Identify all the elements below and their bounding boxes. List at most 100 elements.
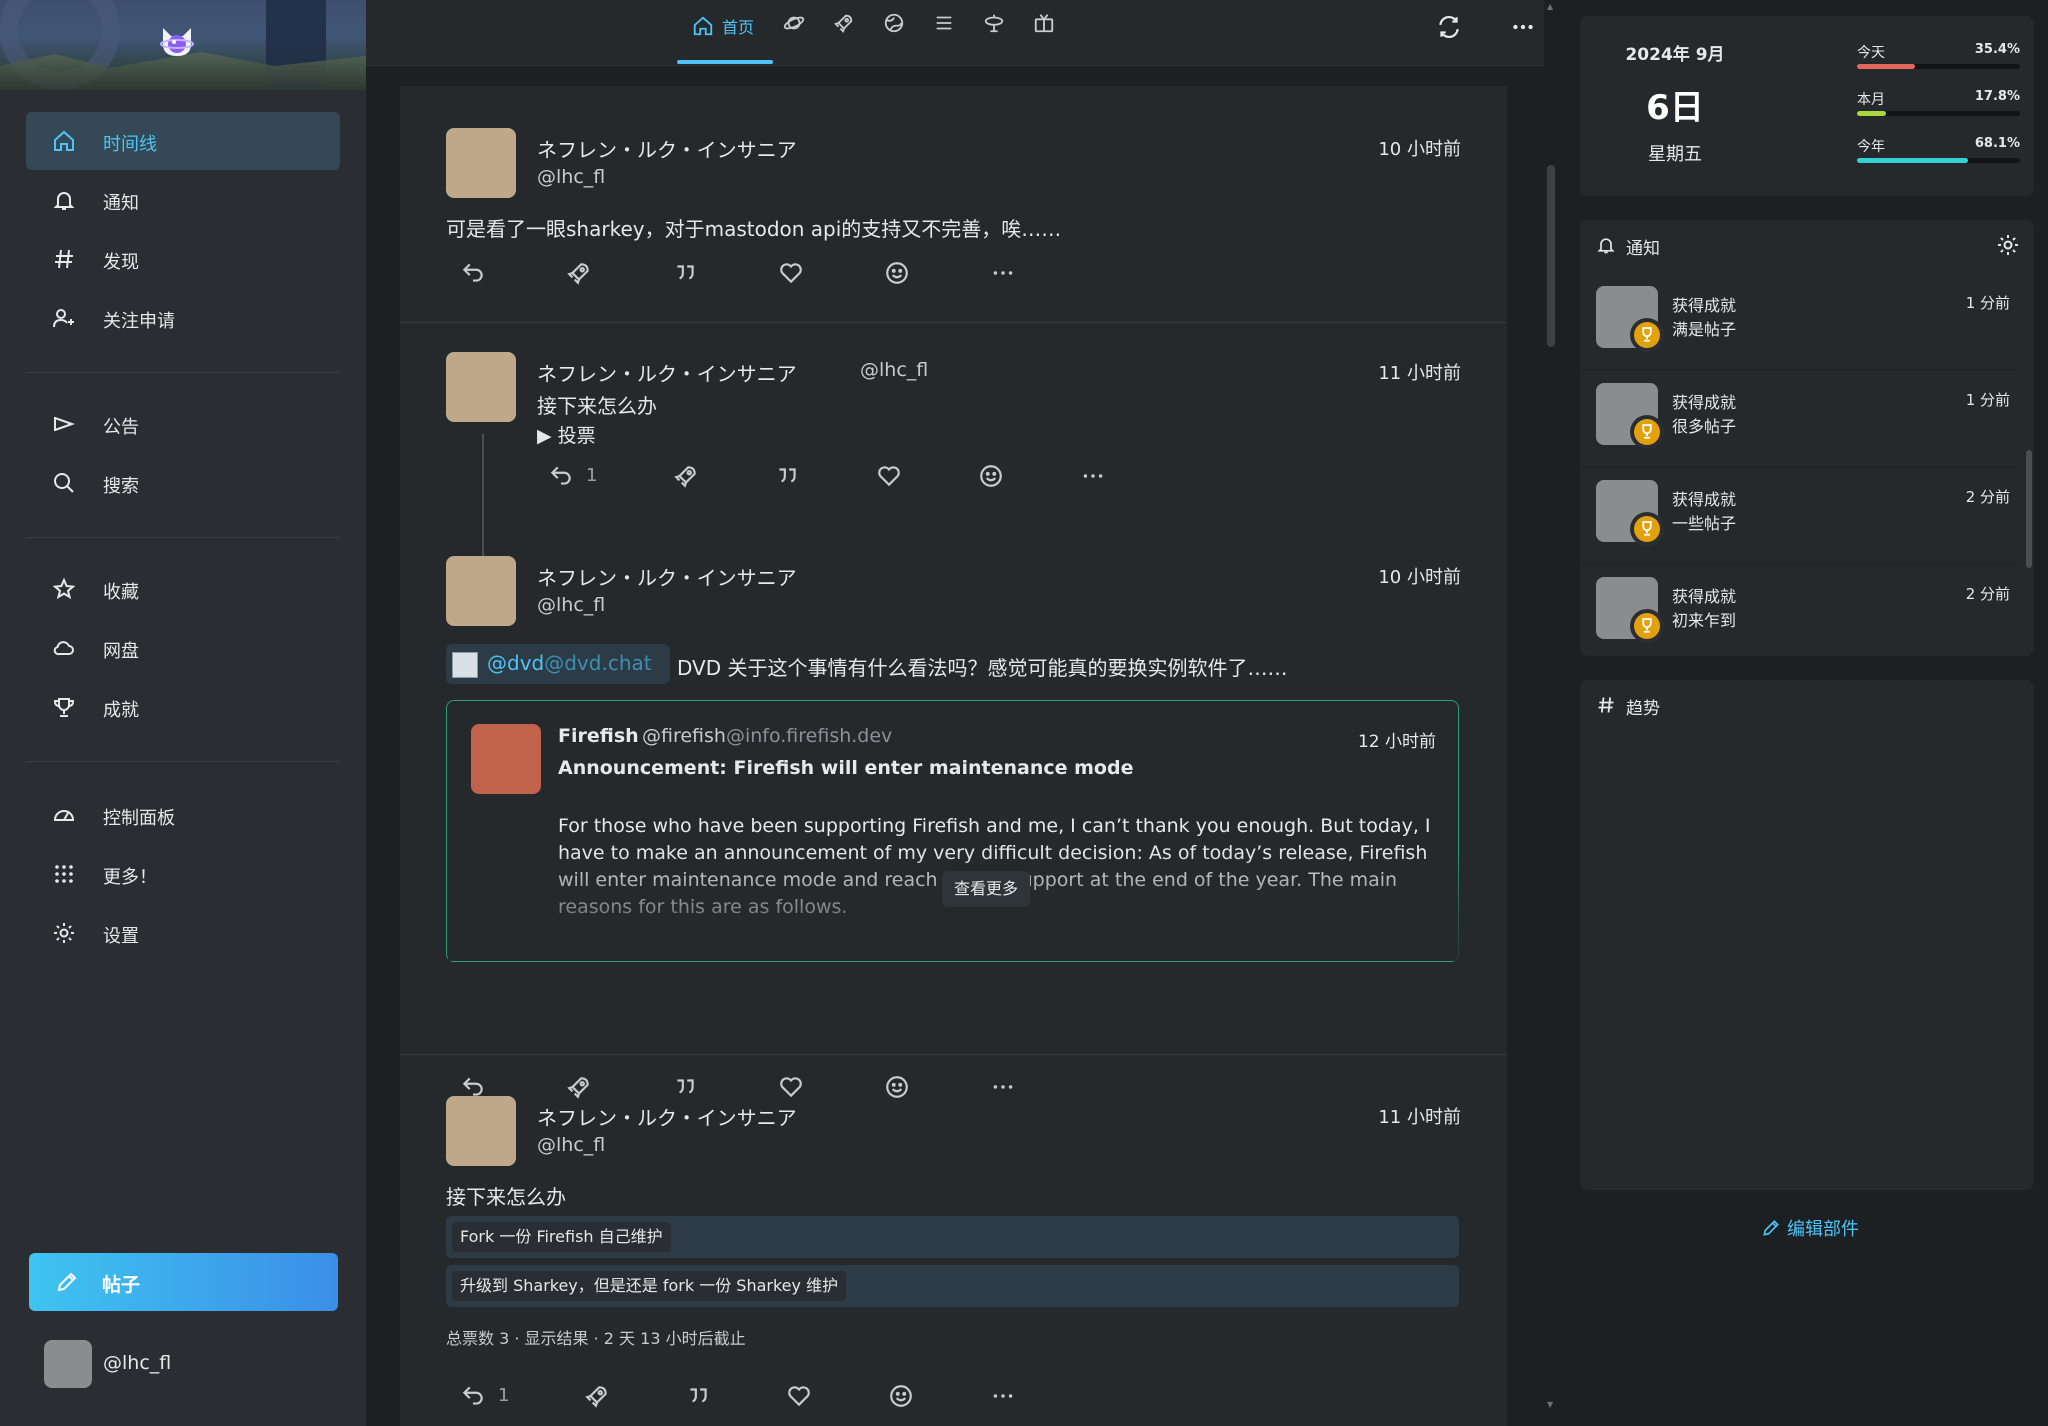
sidebar-item-label: 通知 [103,193,139,214]
sidebar-item-label: 公告 [103,417,139,438]
trophy-icon [53,698,75,717]
quote-author-name[interactable]: Firefish [558,725,639,747]
note-author-name[interactable]: ネフレン・ルク・インサニア [537,562,797,591]
note-more-button[interactable] [990,1383,1018,1411]
avatar[interactable] [471,724,541,794]
note-author-name[interactable]: ネフレン・ルク・インサニア [537,134,797,163]
sidebar-item-follow-requests[interactable]: 关注申请 [26,289,340,347]
note-author-handle[interactable]: @lhc_fl [537,594,605,616]
quote-button[interactable] [672,260,700,288]
instance-banner [0,0,366,90]
note-timestamp[interactable]: 10 小时前 [1378,135,1461,161]
mention-dvd[interactable]: @dvd@dvd.chat [446,644,670,684]
more-horizontal-icon[interactable] [1510,14,1536,40]
gear-icon[interactable] [1996,233,2020,257]
tab-local[interactable] [783,12,805,40]
show-more-button[interactable]: 查看更多 [942,871,1031,907]
sidebar-item-label: 设置 [103,926,139,947]
search-icon [54,473,74,493]
reaction-button[interactable] [884,260,912,288]
sidebar-item-timeline[interactable]: 时间线 [26,112,340,170]
like-button[interactable] [778,260,806,288]
instance-logo-icon[interactable] [155,22,199,60]
tab-lists[interactable] [933,12,955,40]
avatar[interactable] [446,128,516,198]
notifications-scrollbar[interactable] [2026,280,2032,650]
sidebar-item-explore[interactable]: 发现 [26,230,340,288]
scroll-up-arrow[interactable]: ▲ [1547,2,1553,11]
reaction-button[interactable] [888,1383,916,1411]
poll-option[interactable]: 升级到 Sharkey，但是还是 fork 一份 Sharkey 维护 [446,1265,1459,1307]
account-handle: @lhc_fl [103,1352,172,1374]
scrollbar-thumb[interactable] [2026,450,2032,568]
sidebar-item-settings[interactable]: 设置 [26,904,340,962]
more-horizontal-icon [993,1394,1013,1398]
note-author-handle[interactable]: @lhc_fl [537,166,605,188]
edit-widgets-button[interactable]: 编辑部件 [1761,1215,1859,1241]
poll-toggle[interactable]: ▶ 投票 [537,421,596,448]
tab-antennas[interactable] [983,12,1005,40]
mention-text: @dvd@dvd.chat [487,651,652,675]
sidebar-item-notifications[interactable]: 通知 [26,171,340,229]
renote-button[interactable] [673,463,701,491]
quote-timestamp[interactable]: 12 小时前 [1358,727,1436,752]
rocket-icon [674,466,696,488]
quote-icon [677,265,694,280]
note-actions [460,260,1420,290]
account-menu[interactable]: @lhc_fl [44,1340,334,1388]
new-post-label: 帖子 [102,1274,141,1296]
reply-button[interactable] [548,463,576,491]
avatar[interactable] [446,1096,516,1166]
sidebar-item-favorites[interactable]: 收藏 [26,560,340,618]
new-post-button[interactable]: 帖子 [29,1253,338,1311]
reload-icon[interactable] [1436,14,1462,40]
notification-item[interactable]: 获得成就 很多帖子 1 分前 [1580,371,2016,467]
tab-social[interactable] [833,12,855,40]
avatar[interactable] [446,556,516,626]
poll-option-label: Fork 一份 Firefish 自己维护 [452,1222,671,1252]
avatar[interactable] [446,352,516,422]
quoted-note[interactable]: Firefish @firefish@info.firefish.dev 12 … [446,700,1459,962]
heart-icon [788,1386,810,1407]
poll-option[interactable]: Fork 一份 Firefish 自己维护 [446,1216,1459,1258]
note-timestamp[interactable]: 11 小时前 [1378,1103,1461,1129]
sidebar-item-achievements[interactable]: 成就 [26,678,340,736]
note-author-handle[interactable]: @lhc_fl [860,359,928,381]
reaction-button[interactable] [978,463,1006,491]
note-author-name[interactable]: ネフレン・ルク・インサニア [537,358,797,387]
sidebar-item-drive[interactable]: 网盘 [26,619,340,677]
notification-item[interactable]: 获得成就 一些帖子 2 分前 [1580,468,2016,564]
note-timestamp[interactable]: 11 小时前 [1378,359,1461,385]
quote-author-handle[interactable]: @firefish@info.firefish.dev [642,725,892,747]
sidebar-item-more[interactable]: 更多！ [26,845,340,903]
main-scrollbar[interactable]: ▲ ▼ [1544,0,1558,1426]
scrollbar-thumb[interactable] [1547,165,1555,347]
note-more-button[interactable] [990,260,1018,288]
reply-button[interactable] [460,260,488,288]
tab-home[interactable]: 首页 [692,12,754,40]
like-button[interactable] [876,463,904,491]
home-icon [54,130,74,151]
quote-button[interactable] [685,1383,713,1411]
bell-icon [1597,238,1615,254]
quote-button[interactable] [774,463,802,491]
scroll-down-arrow[interactable]: ▼ [1547,1400,1553,1409]
notification-item[interactable]: 获得成就 初来乍到 2 分前 [1580,565,2016,661]
tab-global[interactable] [883,12,905,40]
note-author-name[interactable]: ネフレン・ルク・インサニア [537,1102,797,1131]
sidebar-item-announcements[interactable]: 公告 [26,395,340,453]
notification-item[interactable]: 获得成就 满是帖子 1 分前 [1580,274,2016,370]
reply-button[interactable] [460,1383,488,1411]
sidebar-item-label: 收藏 [103,582,139,603]
like-button[interactable] [786,1383,814,1411]
reply-icon [550,466,571,485]
sidebar-item-control-panel[interactable]: 控制面板 [26,786,340,844]
note-more-button[interactable] [1080,463,1108,491]
achievement-badge [1630,609,1664,643]
note-timestamp[interactable]: 10 小时前 [1378,563,1461,589]
renote-button[interactable] [566,260,594,288]
tab-channels[interactable] [1033,12,1055,40]
renote-button[interactable] [584,1383,612,1411]
note-author-handle[interactable]: @lhc_fl [537,1134,605,1156]
sidebar-item-search[interactable]: 搜索 [26,454,340,512]
